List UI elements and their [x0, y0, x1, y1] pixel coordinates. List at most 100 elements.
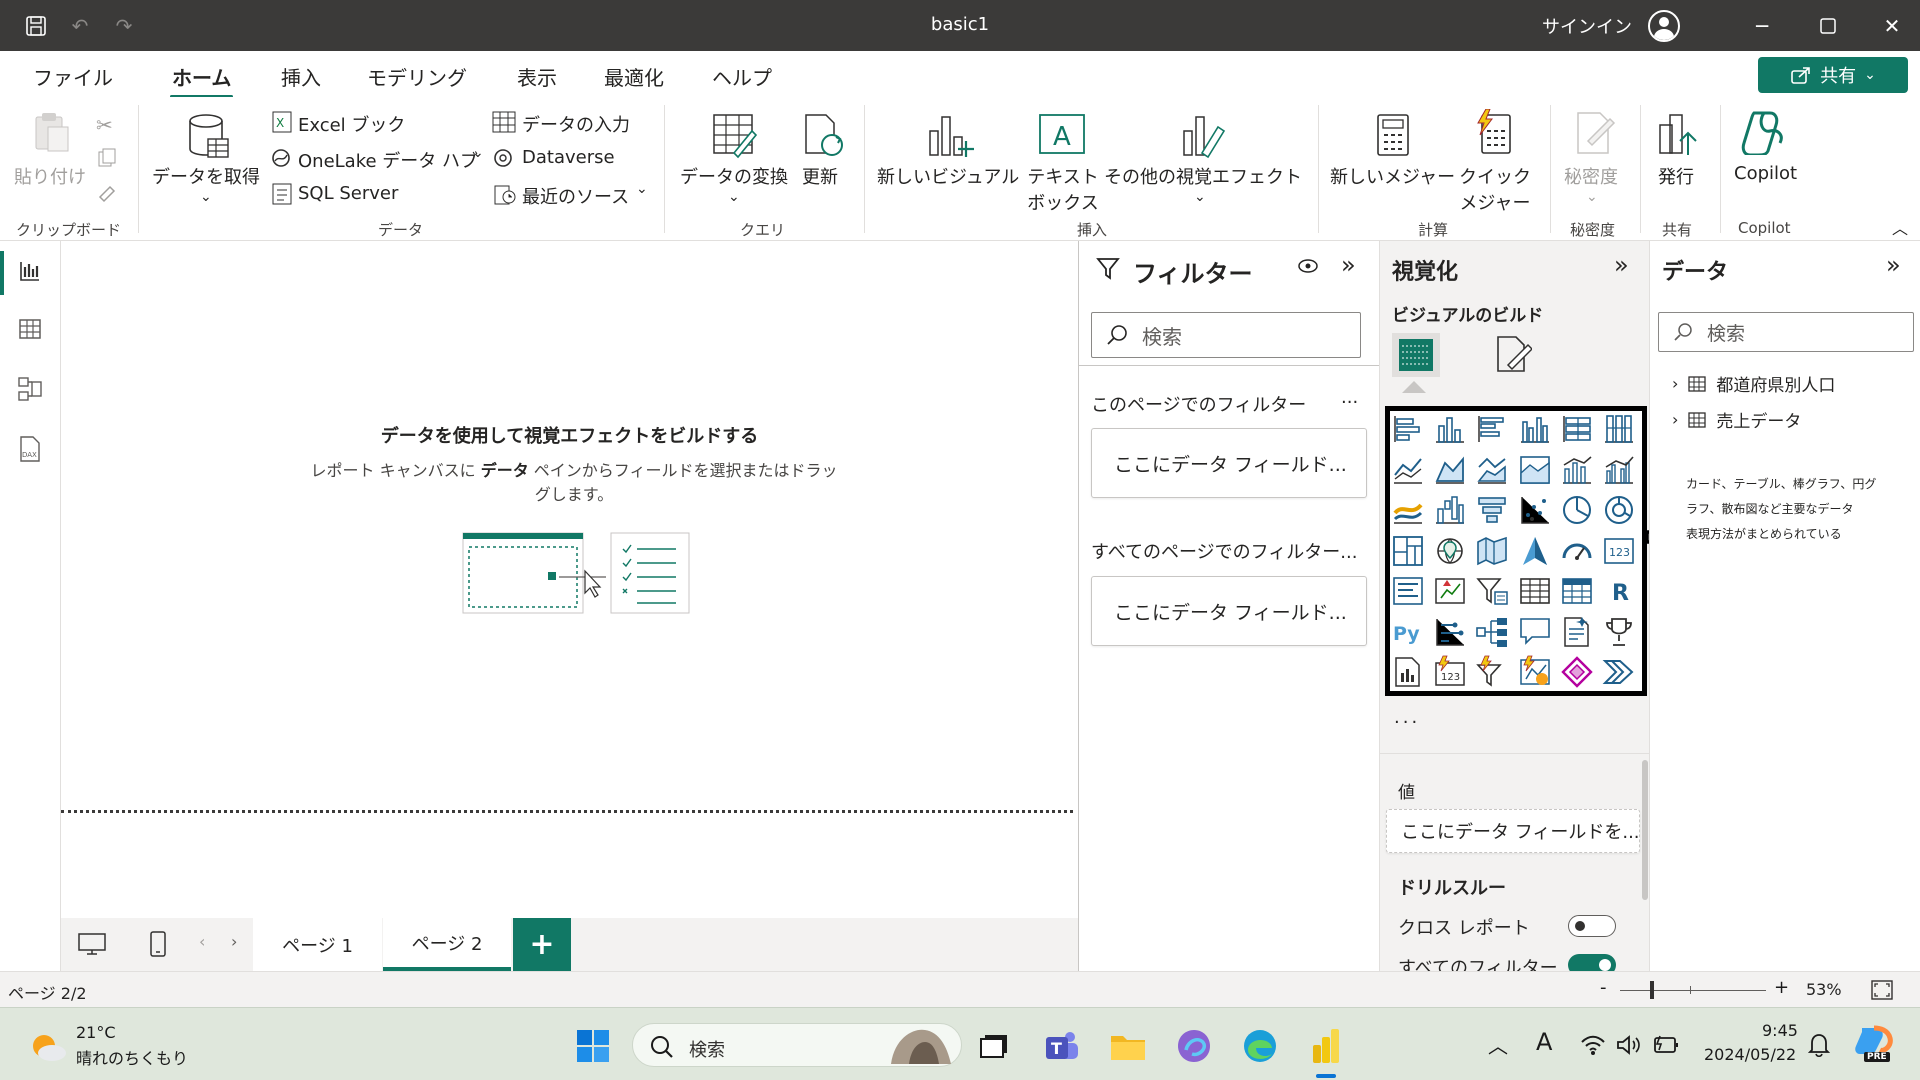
page-tab-2[interactable]: ページ 2: [383, 918, 511, 971]
donut-chart-icon[interactable]: [1602, 493, 1636, 527]
key-influencers-icon[interactable]: [1433, 615, 1467, 649]
scrollbar[interactable]: [1642, 760, 1648, 900]
zoom-slider[interactable]: [1620, 990, 1766, 991]
minimize-icon[interactable]: ─: [1742, 10, 1782, 42]
collapse-filters-icon[interactable]: »: [1341, 251, 1356, 279]
more-options-icon[interactable]: ...: [1341, 387, 1358, 408]
paste-button[interactable]: 貼り付け: [14, 163, 86, 189]
power-automate-icon[interactable]: [1560, 655, 1594, 689]
model-view-icon[interactable]: [0, 365, 60, 413]
powerbi-icon[interactable]: [1306, 1026, 1346, 1066]
100-stacked-bar-icon[interactable]: [1560, 412, 1594, 446]
maximize-icon[interactable]: [1808, 10, 1848, 42]
recent-sources-button[interactable]: 最近のソース: [522, 183, 629, 209]
qa-icon[interactable]: [1518, 615, 1552, 649]
file-explorer-icon[interactable]: [1108, 1026, 1148, 1066]
weather-temp[interactable]: 21°C: [76, 1023, 116, 1042]
clock-time[interactable]: 9:45: [1762, 1021, 1798, 1040]
multi-row-card-icon[interactable]: [1391, 574, 1425, 608]
transform-data-icon[interactable]: [712, 113, 758, 163]
fit-to-page-icon[interactable]: [1870, 979, 1894, 1005]
filled-map-icon[interactable]: [1475, 534, 1509, 568]
signin-link[interactable]: サインイン: [1542, 13, 1632, 39]
decomposition-tree-icon[interactable]: [1475, 615, 1509, 649]
taskbar-search-input[interactable]: 検索: [632, 1023, 962, 1067]
ribbon-chart-icon[interactable]: [1391, 493, 1425, 527]
r-visual-icon[interactable]: R: [1602, 574, 1636, 608]
collapse-data-icon[interactable]: »: [1886, 251, 1901, 279]
100-stacked-column-icon[interactable]: [1602, 412, 1636, 446]
menu-optimize[interactable]: 最適化: [604, 62, 664, 91]
onelake-button[interactable]: OneLake データ ハブ: [298, 147, 478, 173]
desktop-layout-icon[interactable]: [77, 932, 107, 960]
clock-date[interactable]: 2024/05/22: [1704, 1045, 1796, 1064]
collapse-ribbon-icon[interactable]: ︿: [1892, 215, 1908, 239]
table-view-icon[interactable]: [0, 305, 60, 353]
line-clustered-column-icon[interactable]: [1602, 453, 1636, 487]
scatter-chart-icon[interactable]: [1518, 493, 1552, 527]
goals-icon[interactable]: [1602, 615, 1636, 649]
gauge-icon[interactable]: [1560, 534, 1594, 568]
new-visual-button[interactable]: 新しいビジュアル: [877, 163, 1019, 189]
azure-map-icon[interactable]: [1518, 534, 1552, 568]
menu-insert[interactable]: 挿入: [281, 62, 321, 91]
stacked-bar-chart-icon[interactable]: [1391, 412, 1425, 446]
share-button[interactable]: 共有 ⌄: [1758, 57, 1908, 93]
zoom-level[interactable]: 53%: [1806, 980, 1842, 999]
chevron-down-icon[interactable]: ⌄: [472, 145, 484, 161]
page-tab-1[interactable]: ページ 1: [253, 918, 382, 971]
stacked-area-chart-icon[interactable]: [1475, 453, 1509, 487]
new-visual-icon[interactable]: [926, 113, 974, 163]
card-icon[interactable]: 123: [1602, 534, 1636, 568]
format-painter-icon[interactable]: [96, 181, 118, 207]
100-stacked-area-icon[interactable]: [1518, 453, 1552, 487]
values-well[interactable]: ここにデータ フィールドを...: [1386, 809, 1640, 853]
filter-search-input[interactable]: 検索: [1091, 312, 1361, 358]
report-canvas[interactable]: データを使用して視覚エフェクトをビルドする レポート キャンバスに データ ペイ…: [61, 241, 1078, 918]
menu-file[interactable]: ファイル: [33, 62, 113, 91]
transform-data-button[interactable]: データの変換: [680, 163, 788, 189]
line-chart-icon[interactable]: [1391, 453, 1425, 487]
data-search-input[interactable]: 検索: [1658, 312, 1914, 352]
get-data-button[interactable]: データを取得: [152, 163, 260, 189]
tray-overflow-icon[interactable]: ︿: [1488, 1030, 1508, 1059]
treemap-icon[interactable]: [1391, 534, 1425, 568]
line-stacked-column-icon[interactable]: [1560, 453, 1594, 487]
python-visual-icon[interactable]: Py: [1391, 615, 1425, 649]
kpi-icon[interactable]: [1433, 574, 1467, 608]
more-visuals-button[interactable]: その他の視覚エフェクト: [1104, 163, 1302, 189]
power-apps-icon[interactable]: [1518, 655, 1552, 689]
chevron-down-icon[interactable]: ⌄: [1194, 189, 1206, 205]
notification-bell-icon[interactable]: [1807, 1032, 1831, 1062]
weather-desc[interactable]: 晴れのちくもり: [76, 1045, 188, 1069]
power-automate-flow-icon[interactable]: [1602, 655, 1636, 689]
battery-icon[interactable]: [1652, 1034, 1680, 1060]
ime-indicator[interactable]: A: [1536, 1028, 1552, 1056]
clustered-column-chart-icon[interactable]: [1518, 412, 1552, 446]
collapse-viz-icon[interactable]: »: [1614, 251, 1629, 279]
sensitivity-icon[interactable]: [1572, 111, 1616, 161]
chevron-down-icon[interactable]: ⌄: [728, 189, 740, 205]
menu-home[interactable]: ホーム: [169, 62, 234, 98]
chevron-right-icon[interactable]: ›: [1672, 374, 1678, 393]
avatar[interactable]: [1648, 10, 1680, 42]
quick-measure-button[interactable]: クイック メジャー: [1458, 163, 1532, 215]
eye-icon[interactable]: [1297, 257, 1319, 279]
add-page-button[interactable]: +: [513, 918, 571, 971]
chevron-down-icon[interactable]: ⌄: [200, 189, 212, 205]
paste-icon[interactable]: [30, 111, 74, 159]
database-icon[interactable]: [186, 113, 230, 165]
more-visuals-icon[interactable]: ...: [1394, 707, 1420, 728]
pie-chart-icon[interactable]: [1560, 493, 1594, 527]
excel-workbook-button[interactable]: Excel ブック: [298, 111, 405, 137]
chevron-down-icon[interactable]: ⌄: [1586, 189, 1598, 205]
task-view-icon[interactable]: [974, 1026, 1014, 1066]
smart-narrative-icon[interactable]: [1560, 615, 1594, 649]
menu-help[interactable]: ヘルプ: [712, 62, 772, 91]
format-visual-tab[interactable]: [1494, 335, 1534, 379]
refresh-button[interactable]: 更新: [802, 163, 838, 189]
publish-button[interactable]: 発行: [1658, 163, 1694, 189]
copilot-preview-icon[interactable]: PRE: [1854, 1024, 1894, 1066]
enter-data-button[interactable]: データの入力: [522, 111, 630, 137]
cut-icon[interactable]: ✂: [96, 113, 113, 137]
